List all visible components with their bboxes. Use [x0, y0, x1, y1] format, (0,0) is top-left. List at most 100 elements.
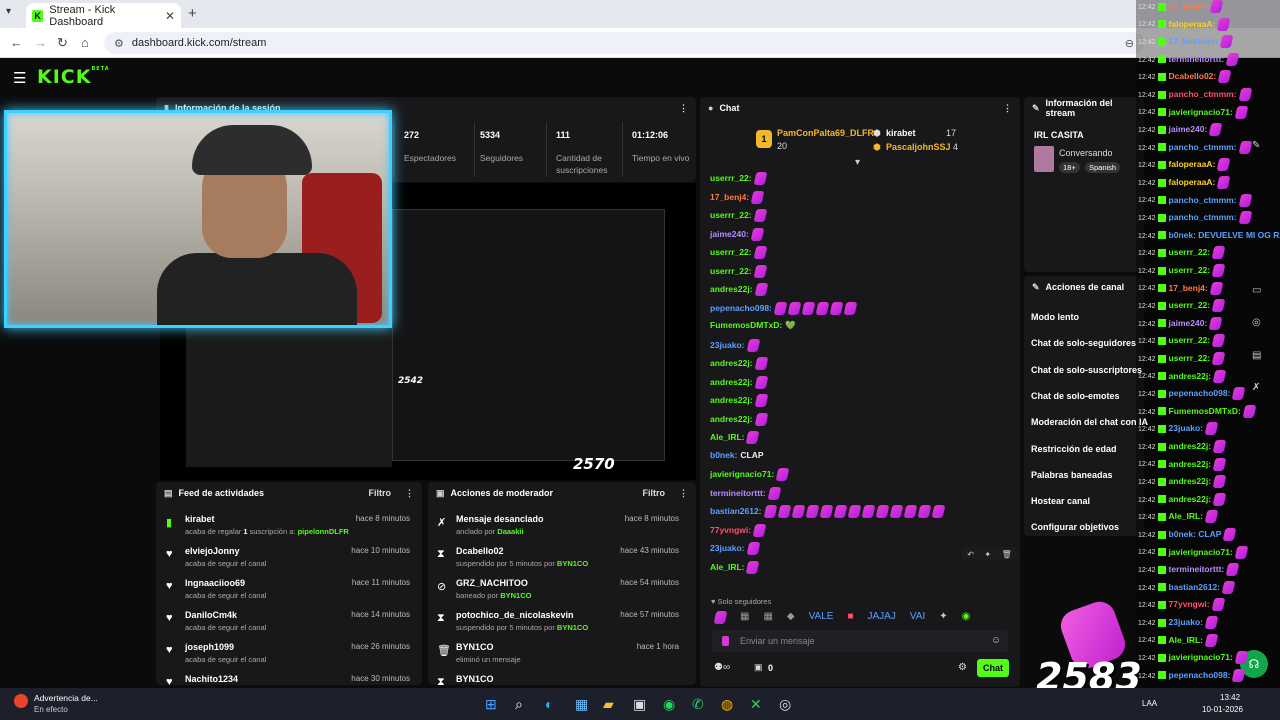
channel-action-item[interactable]: Palabras baneadas — [1031, 470, 1113, 480]
chat-message[interactable]: 17_benj4: — [710, 190, 765, 204]
channel-action-item[interactable]: Restricción de edad — [1031, 444, 1117, 454]
chat-username[interactable]: javierignacio71: — [710, 469, 774, 479]
xbox-icon[interactable]: ✕ — [750, 696, 762, 713]
chat-username[interactable]: jaime240: — [710, 228, 749, 238]
chat-message[interactable]: Ale_IRL: — [710, 431, 760, 444]
reload-icon[interactable]: ↻ — [57, 35, 68, 51]
chat-username[interactable]: pepenacho098: — [710, 302, 772, 312]
chat-message[interactable]: javierignacio71: — [710, 468, 790, 481]
send-chat-button[interactable]: Chat — [977, 659, 1009, 677]
channel-action-item[interactable]: Chat de solo-seguidores — [1031, 338, 1136, 348]
chat-input[interactable]: Enviar un mensaje — [712, 630, 1008, 652]
chat-username[interactable]: Ale_IRL: — [710, 561, 744, 571]
chrome-icon[interactable]: ◍ — [721, 696, 733, 713]
chat-message[interactable]: 77yvngwi: — [710, 523, 767, 537]
emote-vale[interactable]: VALE — [809, 611, 834, 625]
emote[interactable]: ✦ — [939, 611, 947, 625]
emote[interactable]: ▦ — [763, 611, 772, 625]
chat-message[interactable]: bastian2612: — [710, 505, 945, 518]
chat-username[interactable]: andres22j: — [710, 284, 753, 294]
chat-message[interactable]: 23juako: — [710, 338, 760, 352]
address-bar[interactable]: ⚙ dashboard.kick.com/stream ⊖ — [104, 32, 1144, 54]
clock-time[interactable]: 13:42 — [1220, 693, 1240, 702]
chat-message[interactable]: userrr_22: — [710, 246, 767, 259]
channel-action-item[interactable]: Moderación del chat con IA — [1031, 417, 1148, 427]
home-icon[interactable]: ⌂ — [81, 35, 89, 50]
chat-username[interactable]: andres22j: — [710, 358, 753, 368]
chat-username[interactable]: userrr_22: — [710, 173, 752, 183]
clock-date[interactable]: 10-01-2026 — [1202, 705, 1243, 714]
emote-picker-icon[interactable] — [722, 636, 729, 646]
chat-username[interactable]: 17_benj4: — [710, 191, 749, 201]
channel-action-item[interactable]: Chat de solo-suscriptores — [1031, 365, 1142, 375]
channel-action-item[interactable]: Configurar objetivos — [1031, 522, 1119, 532]
chat-username[interactable]: andres22j: — [710, 413, 753, 423]
filter-button[interactable]: Filtro — [643, 488, 666, 498]
whatsapp-icon[interactable]: ✆ — [692, 696, 704, 713]
obs-studio-icon[interactable]: ◎ — [779, 696, 791, 713]
pin-icon[interactable]: ✦ — [984, 550, 991, 559]
chat-message[interactable]: Ale_IRL: — [710, 560, 760, 574]
emoji-icon[interactable]: ☺ — [991, 635, 1001, 646]
chat-username[interactable]: userrr_22: — [710, 265, 752, 275]
chat-username[interactable]: 23juako: — [710, 543, 745, 553]
emote[interactable]: ◉ — [962, 611, 971, 625]
chat-username[interactable]: Ale_IRL: — [710, 432, 744, 442]
emote[interactable]: ■ — [847, 611, 853, 625]
chat-message[interactable]: jaime240: — [710, 227, 765, 241]
expand-icon[interactable]: ▾ — [855, 157, 860, 168]
emote[interactable] — [713, 611, 728, 624]
chat-message[interactable]: b0nek: CLAP — [710, 450, 764, 460]
chat-settings-icon[interactable]: ⚙ — [958, 662, 967, 673]
more-options-icon[interactable]: ⋮ — [679, 488, 688, 499]
reply-icon[interactable]: ↶ — [967, 550, 974, 559]
chat-message[interactable]: FumemosDMTxD: 💚 — [710, 320, 796, 331]
site-info-icon[interactable]: ⚙ — [114, 37, 124, 50]
chat-username[interactable]: termineitorttt: — [710, 487, 766, 497]
menu-icon[interactable]: ☰ — [13, 69, 26, 87]
delete-icon[interactable]: 🗑 — [1002, 550, 1012, 559]
emote-jajaj[interactable]: JAJAJ — [868, 611, 896, 625]
chat-username[interactable]: userrr_22: — [710, 247, 752, 257]
forward-icon[interactable]: → — [34, 35, 47, 50]
emote[interactable]: ◆ — [787, 611, 795, 625]
filter-button[interactable]: Filtro — [369, 488, 392, 498]
chat-username[interactable]: 77yvngwi: — [710, 524, 751, 534]
chat-username[interactable]: 23juako: — [710, 339, 745, 349]
tab-search-icon[interactable]: ▾ — [6, 6, 11, 17]
chat-username[interactable]: FumemosDMTxD: — [710, 320, 782, 330]
chat-message[interactable]: andres22j: — [710, 394, 768, 407]
channel-action-item[interactable]: Hostear canal — [1031, 496, 1090, 506]
kick-logo[interactable]: KICKBETA — [37, 66, 110, 88]
chat-username[interactable]: andres22j: — [710, 376, 753, 386]
chat-message[interactable]: userrr_22: — [710, 209, 767, 222]
channel-action-item[interactable]: Chat de solo-emotes — [1031, 391, 1120, 401]
chat-username[interactable]: b0nek: — [710, 450, 737, 460]
mod-action-title[interactable]: BYN1CO — [456, 674, 687, 684]
gift-icon[interactable]: ▣ — [754, 662, 763, 673]
chat-message[interactable]: andres22j: — [710, 283, 768, 296]
channel-action-item[interactable]: Modo lento — [1031, 312, 1079, 322]
back-icon[interactable]: ← — [10, 35, 23, 50]
close-tab-icon[interactable]: ✕ — [165, 9, 175, 23]
browser-tab[interactable]: K Stream - Kick Dashboard ✕ — [26, 3, 181, 28]
chat-username[interactable]: bastian2612: — [710, 506, 762, 516]
more-options-icon[interactable]: ⋮ — [1003, 103, 1012, 114]
emote-vai[interactable]: VAI — [910, 611, 925, 625]
emote[interactable]: ▦ — [740, 611, 749, 625]
chat-message[interactable]: userrr_22: — [710, 264, 767, 278]
chat-message[interactable]: termineitorttt: — [710, 486, 782, 500]
points-icon[interactable]: ⚉∞ — [714, 662, 730, 673]
chat-message[interactable]: andres22j: — [710, 412, 768, 426]
new-tab-icon[interactable]: + — [188, 5, 197, 22]
zoom-icon[interactable]: ⊖ — [1125, 37, 1134, 50]
more-options-icon[interactable]: ⋮ — [679, 103, 688, 114]
chat-message[interactable]: userrr_22: — [710, 172, 767, 185]
chat-message[interactable]: andres22j: — [710, 357, 768, 370]
keyboard-language[interactable]: LAA — [1142, 699, 1157, 708]
chat-message[interactable]: pepenacho098: — [710, 301, 858, 315]
chat-username[interactable]: userrr_22: — [710, 210, 752, 220]
notification-title[interactable]: Advertencia de... — [34, 693, 98, 703]
more-options-icon[interactable]: ⋮ — [405, 488, 414, 499]
chat-username[interactable]: andres22j: — [710, 395, 753, 405]
